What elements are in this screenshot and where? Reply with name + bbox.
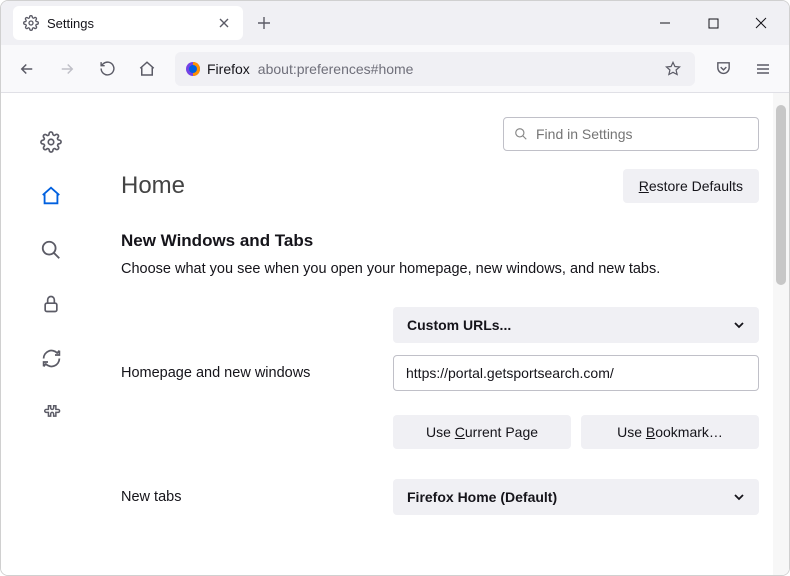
chevron-down-icon (733, 319, 745, 331)
find-in-settings[interactable] (503, 117, 759, 151)
sidebar-item-search[interactable] (34, 233, 68, 267)
forward-button[interactable] (49, 51, 85, 87)
maximize-button[interactable] (689, 1, 737, 45)
nav-toolbar: Firefox about:preferences#home (1, 45, 789, 93)
vertical-scrollbar[interactable] (773, 93, 789, 575)
restore-defaults-button[interactable]: RRestore Defaultsestore Defaults (623, 169, 759, 203)
homepage-label-text: Homepage and new windows (121, 365, 381, 381)
save-to-pocket-button[interactable] (705, 51, 741, 87)
new-tab-button[interactable] (249, 8, 279, 38)
home-button[interactable] (129, 51, 165, 87)
newtabs-label: New tabs (121, 489, 381, 505)
url-text: about:preferences#home (258, 61, 414, 77)
scroll-thumb[interactable] (776, 105, 786, 285)
close-icon[interactable] (215, 14, 233, 32)
find-input[interactable] (536, 126, 748, 142)
identity-label: Firefox (207, 61, 250, 77)
identity-box[interactable]: Firefox (185, 61, 250, 77)
tab-label: Settings (47, 16, 207, 31)
select-value: Firefox Home (Default) (407, 489, 557, 505)
browser-tab[interactable]: Settings (13, 6, 243, 40)
sidebar-item-home[interactable] (34, 179, 68, 213)
search-icon (514, 127, 528, 141)
settings-sidebar (1, 93, 101, 575)
homepage-url-input[interactable] (393, 355, 759, 391)
section-title: New Windows and Tabs (121, 231, 759, 251)
homepage-mode-select[interactable]: Custom URLs... (393, 307, 759, 343)
url-bar[interactable]: Firefox about:preferences#home (175, 52, 695, 86)
chevron-down-icon (733, 491, 745, 503)
use-bookmark-button[interactable]: Use Bookmark…Use Bookmark… (581, 415, 759, 449)
settings-main: Home RRestore Defaultsestore Defaults Ne… (101, 93, 789, 575)
back-button[interactable] (9, 51, 45, 87)
reload-button[interactable] (89, 51, 125, 87)
sidebar-item-privacy[interactable] (34, 287, 68, 321)
app-menu-button[interactable] (745, 51, 781, 87)
select-value: Custom URLs... (407, 317, 511, 333)
firefox-icon (185, 61, 201, 77)
close-window-button[interactable] (737, 1, 785, 45)
newtabs-select[interactable]: Firefox Home (Default) (393, 479, 759, 515)
page-title: Home (121, 172, 185, 200)
use-current-page-button[interactable]: Use Current PageUse Current Page (393, 415, 571, 449)
minimize-button[interactable] (641, 1, 689, 45)
bookmark-star-icon[interactable] (661, 57, 685, 81)
sidebar-item-extensions[interactable] (34, 395, 68, 429)
titlebar: Settings (1, 1, 789, 45)
sidebar-item-general[interactable] (34, 125, 68, 159)
sidebar-item-sync[interactable] (34, 341, 68, 375)
window-controls (641, 1, 785, 45)
gear-icon (23, 15, 39, 31)
section-description: Choose what you see when you open your h… (121, 261, 759, 277)
